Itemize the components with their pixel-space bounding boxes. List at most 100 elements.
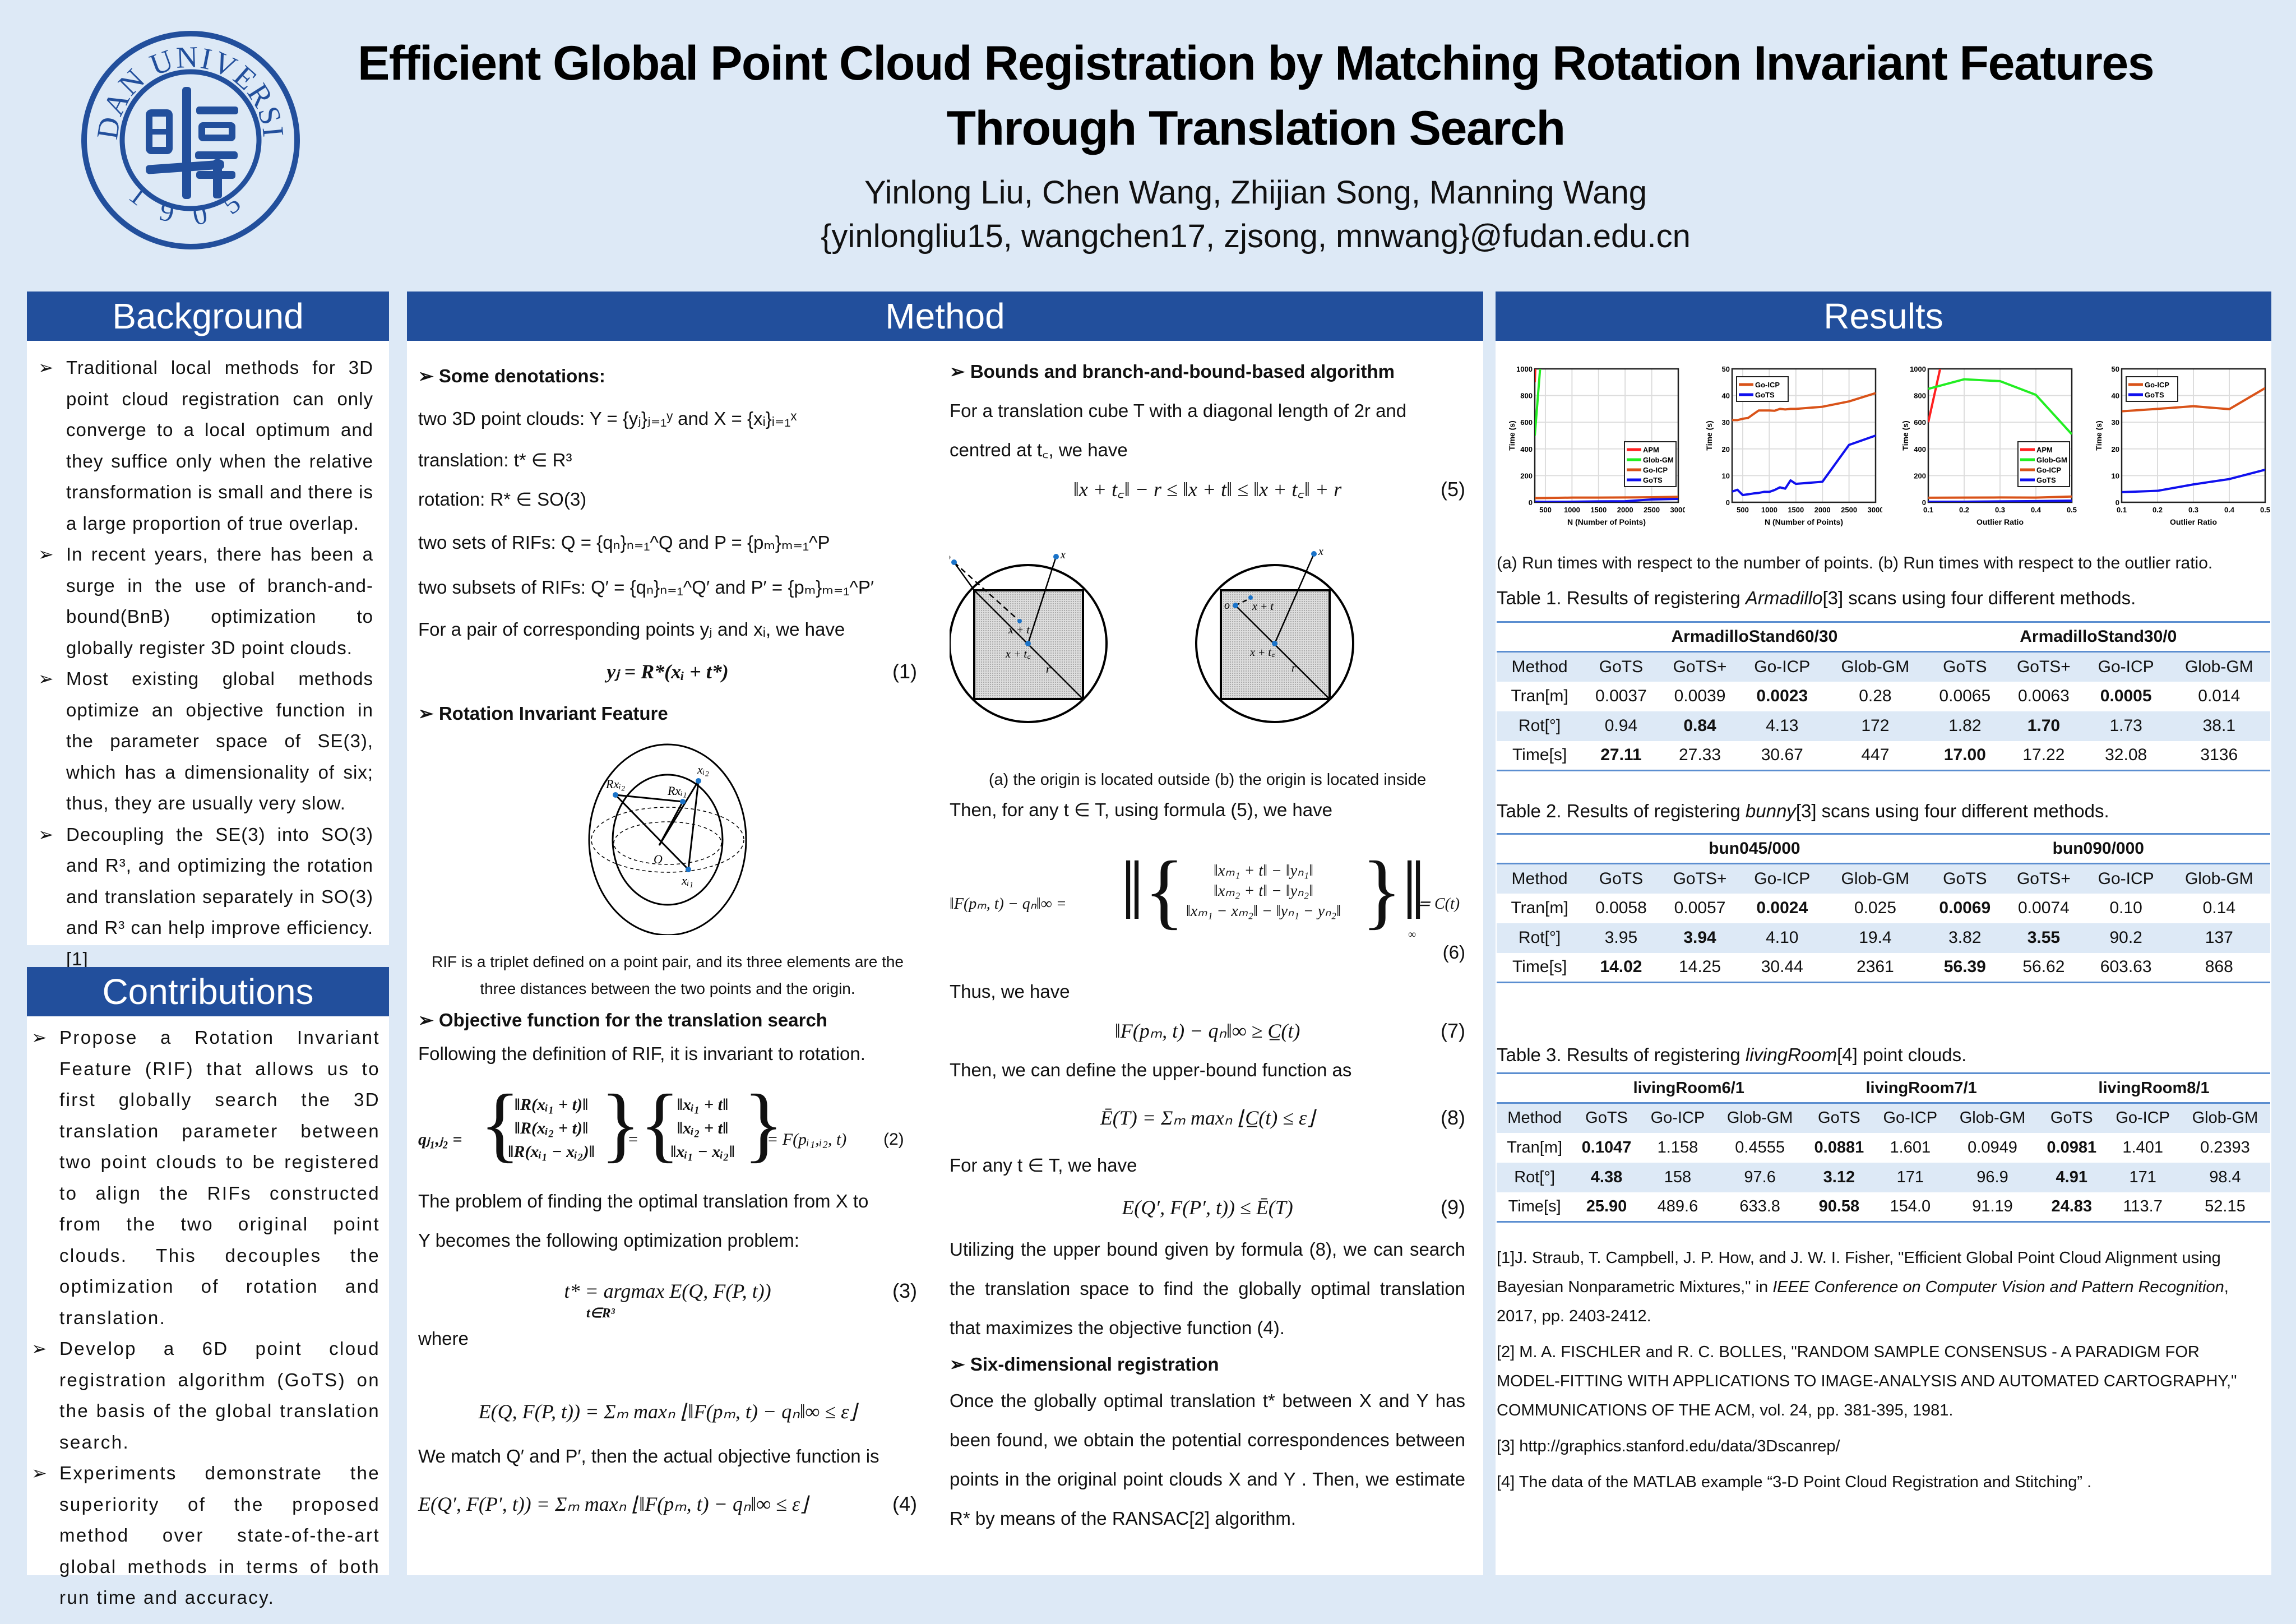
table-cell: 113.7 [2105,1192,2180,1223]
contributions-header: Contributions [27,967,389,1016]
table-header-row: Method GoTS Go-ICP Glob-GM GoTS Go-ICP Glob-GM… [1497,1103,2270,1133]
table-cell: 4.13 [1740,711,1825,741]
results-panel: 0 200 400 600 800 1000 500 1000 1500 2000 2500 3000… [1496,341,2271,1575]
x-tick-label: 0.4 [2031,506,2042,514]
table-cell: 1.158 [1657,1138,1698,1156]
x-tick-label: 0.1 [1923,506,1933,514]
table-cell: 172 [1824,711,1927,741]
arrow-bullet-icon: ➢ [31,1463,49,1483]
column-header: GoTS+ [2003,651,2084,682]
table-cell: 137 [2168,923,2270,953]
x-tick-label: 0.3 [1995,506,2005,514]
background-panel: ➢ Traditional local methods for 3D point … [27,341,389,969]
method-panel: ➢ Some denotations: two 3D point clouds:… [407,341,1483,1575]
x-tick-label: 2500 [1841,506,1857,514]
svg-text:o: o [950,551,951,563]
title-line-1: Efficient Global Point Cloud Registratio… [357,36,2155,90]
column-header: GoTS [1572,1103,1641,1133]
column-header: Method [1497,863,1583,894]
x-tick-label: 1000 [1564,506,1580,514]
table-cell: 14.25 [1659,952,1740,983]
table-cell: 0.84 [1659,711,1740,741]
table-cell: 603.63 [2084,952,2168,983]
svg-text:o: o [1224,599,1230,612]
background-bullet: ➢ In recent years, there has been a surge… [38,539,373,663]
table-cell: 17.22 [2003,741,2084,771]
legend-label: Glob-GM [2036,456,2067,464]
chart-legend: Go-ICP GoTS [2126,376,2178,402]
reference-item: [1]J. Straub, T. Campbell, J. P. How, an… [1497,1249,2229,1325]
table-cell: 19.4 [1824,923,1927,953]
row-label: Time[s] [1497,1192,1573,1223]
six-dim-text: Once the globally optimal translation t*… [950,1390,1465,1529]
bnb-text: For a translation cube T with a diagonal… [950,400,1407,421]
equation-1: yⱼ = R*(xᵢ + t*) (1) [607,660,917,683]
bnb-heading: ➢ Bounds and branch-and-bound-based algo… [950,361,1395,382]
row-label: Time[s] [1497,952,1583,983]
x-axis-label: Outlier Ratio [2170,517,2217,526]
equation-6: ‖F(pₘ, t) − qₙ‖∞ = ‖{ ‖xₘ₁ + t‖ − ‖yₙ₁‖ … [950,844,1465,963]
column-header: Go-ICP [2105,1103,2180,1133]
group-label: bun045/000 [1582,833,1927,864]
column-header: Glob-GM [1715,1103,1806,1133]
svg-text:x + t: x + t [1252,600,1274,613]
six-dim-heading: ➢ Six-dimensional registration [950,1354,1219,1375]
table-cell: 32.08 [2084,741,2168,771]
table-row: Tran[m] 0.1047 1.158 0.4555 0.0881 1.601 0.094… [1497,1133,2270,1163]
denotation-line: two subsets of RIFs: Q′ = {qₙ}ₙ₌₁^Q′ and… [418,577,874,598]
table-cell: 38.1 [2168,711,2270,741]
column-header: GoTS [1582,651,1660,682]
equation-4: E(Q′, F(P′, t)) = Σₘ maxₙ ⌊‖F(pₘ, t) − q… [418,1492,917,1515]
equation-7: ‖F(pₘ, t) − qₙ‖∞ ≥ C̲(t) (7) [1114,1019,1465,1042]
reference-item: [2] M. A. FISCHLER and R. C. BOLLES, "RA… [1497,1343,2237,1419]
y-tick-label: 600 [1520,418,1533,427]
x-tick-label: 500 [1539,506,1552,514]
table-row: Time[s] 14.02 14.25 30.44 2361 56.39 56.62 603.… [1497,952,2270,983]
series-line-gots [1928,499,2072,502]
column-header: Go-ICP [1740,863,1825,894]
contribution-bullet: ➢ Develop a 6D point cloud registration a… [31,1333,380,1458]
reference-item[interactable]: [3] http://graphics.stanford.edu/data/3D… [1497,1432,2265,1461]
table-cell: 447 [1824,741,1927,771]
table-cell: 0.28 [1859,687,1892,705]
row-label: Tran[m] [1511,687,1568,705]
x-tick-label: 1500 [1788,506,1804,514]
results-table-bunny: bun045/000 bun090/000 Method GoTS GoTS+ Go-IC… [1497,833,2270,983]
group-label: bun090/000 [1926,833,2270,864]
chart-svg: 0 10 20 30 40 50 500 1000 1500 2000 2500 3000 N (Num… [1705,365,1883,526]
row-label: Tran[m] [1511,899,1568,917]
column-header: GoTS [1926,863,2004,894]
bnb-text: centred at t꜀, we have [950,439,1128,460]
arrow-bullet-icon: ➢ [38,357,54,378]
column-header: GoTS [1926,651,2004,682]
svg-text:x: x [1318,545,1323,558]
table-cell: 1.601 [1890,1138,1931,1156]
table-row: Tran[m] 0.0037 0.0039 0.0023 0.28 0.0065 0.006… [1497,682,2270,711]
objective-text: Following the definition of RIF, it is i… [418,1043,865,1064]
x-tick-label: 0.4 [2224,506,2235,514]
label-origin: O [654,852,663,866]
table-cell: 1.82 [1926,711,2004,741]
svg-text:x + t: x + t [1008,624,1030,636]
column-header: Go-ICP [1873,1103,1947,1133]
chart-legend: APM Glob-GM Go-ICP GoTS [1624,441,1677,487]
equation-E: E(Q, F(P, t)) = Σₘ maxₙ ⌊‖F(pₘ, t) − qₙ‖… [478,1400,857,1423]
row-label: Rot[°] [1497,1162,1573,1192]
svg-text:x + t꜀: x + t꜀ [1249,646,1275,659]
emails: {yinlongliu15, wangchen17, zjsong, mnwan… [821,218,1691,255]
arrow-bullet-icon: ➢ [38,823,54,845]
table-1-caption: Table 1. Results of registering Armadill… [1497,587,2136,608]
column-header: GoTS [1582,863,1660,894]
y-tick-label: 40 [1722,392,1730,400]
table-cell: 154.0 [1873,1192,1947,1223]
x-tick-label: 2000 [1814,506,1831,514]
table-row: Rot[°] 3.95 3.94 4.10 19.4 3.82 3.55 90.2 137 [1497,923,2270,953]
reference-item: [4] The data of the MATLAB example “3-D … [1497,1473,2092,1491]
svg-text:r: r [1046,663,1050,675]
table-cell: 0.0039 [1674,687,1726,705]
y-tick-label: 10 [2112,471,2119,480]
results-table-livingroom: livingRoom6/1 livingRoom7/1 livingRoom8/1 M… [1497,1072,2270,1223]
denotation-line: translation: t* ∈ R³ [418,450,572,470]
legend-label: Go-ICP [2036,466,2061,474]
column-header: GoTS+ [2003,863,2084,894]
